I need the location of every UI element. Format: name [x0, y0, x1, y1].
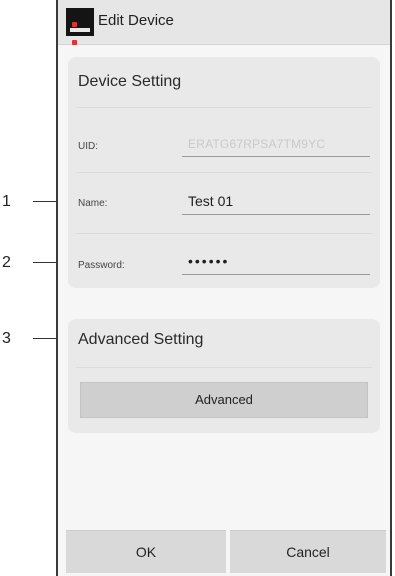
- advanced-setting-card: Advanced Setting Advanced: [68, 319, 380, 433]
- divider: [76, 172, 372, 173]
- divider: [76, 107, 372, 108]
- app-logo-icon: [66, 8, 94, 45]
- uid-field: ERATG67RPSA7TM9YC: [188, 137, 326, 151]
- uid-underline: [182, 156, 370, 157]
- name-underline: [182, 214, 370, 215]
- name-field[interactable]: Test 01: [188, 193, 368, 209]
- name-label: Name:: [78, 198, 108, 209]
- divider: [76, 233, 372, 234]
- ok-button[interactable]: OK: [66, 530, 226, 573]
- device-setting-title: Device Setting: [78, 73, 182, 90]
- uid-label: UID:: [78, 141, 98, 152]
- advanced-button[interactable]: Advanced: [80, 382, 368, 418]
- callout-number: 2: [2, 254, 11, 271]
- title-bar: Edit Device: [58, 0, 390, 45]
- device-setting-card: Device Setting UID: ERATG67RPSA7TM9YC Na…: [68, 57, 380, 288]
- phone-screen: Edit Device Device Setting UID: ERATG67R…: [56, 0, 392, 576]
- callout-number: 3: [2, 330, 11, 347]
- callout-number: 1: [2, 193, 11, 210]
- cancel-button[interactable]: Cancel: [230, 530, 386, 573]
- page-title: Edit Device: [98, 12, 174, 29]
- password-field[interactable]: ••••••: [188, 253, 368, 269]
- password-label: Password:: [78, 260, 125, 271]
- password-underline: [182, 274, 370, 275]
- advanced-setting-title: Advanced Setting: [78, 331, 204, 348]
- divider: [76, 367, 372, 368]
